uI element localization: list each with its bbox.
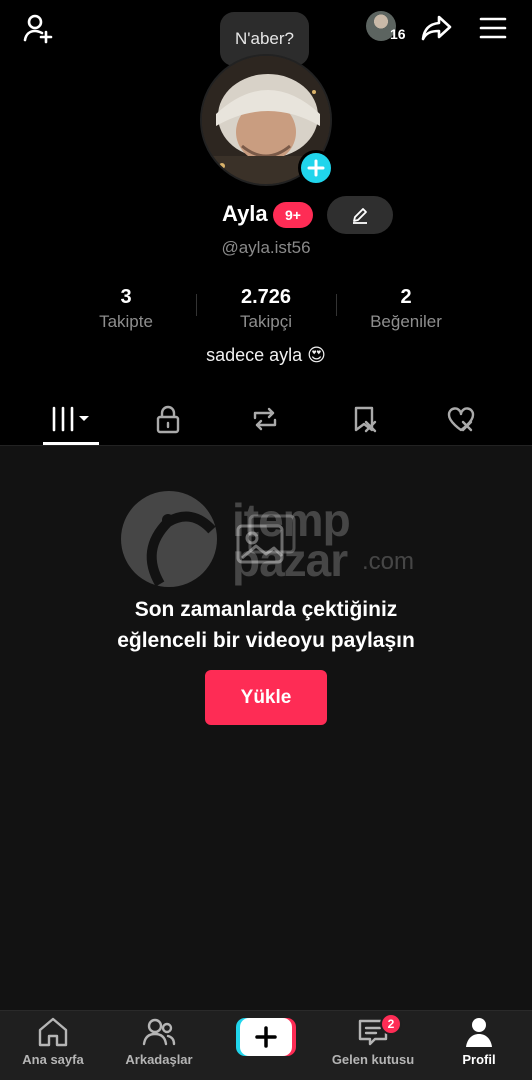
status-bubble-text: N'aber?: [234, 29, 294, 48]
profile-bio: sadece ayla 😍: [206, 345, 326, 365]
liked-icon: [447, 407, 475, 432]
notification-badge[interactable]: 9+: [273, 202, 313, 228]
watermark-logo: [120, 490, 218, 588]
tab-divider: [0, 445, 532, 446]
tab-private[interactable]: [123, 394, 213, 444]
profile-name: Ayla: [222, 201, 268, 226]
stat-followers-value: 2.726: [240, 286, 292, 308]
share-icon[interactable]: [417, 8, 457, 48]
home-icon: [38, 1017, 68, 1047]
watermark-suffix: .com: [362, 548, 415, 575]
stat-likes[interactable]: 2 Beğeniler: [336, 286, 476, 332]
repost-icon: [253, 407, 277, 431]
nav-inbox[interactable]: Gelen kutusu: [320, 1016, 426, 1074]
friends-icon: [142, 1018, 176, 1046]
nav-inbox-label: Gelen kutusu: [331, 1052, 415, 1067]
tab-videos[interactable]: [26, 394, 116, 444]
stat-followers-label: Takipçi: [240, 312, 292, 331]
nav-profile[interactable]: Profil: [426, 1016, 532, 1074]
upload-button[interactable]: Yükle: [205, 670, 327, 725]
empty-state-line2: eğlenceli bir videoyu paylaşın: [117, 629, 415, 652]
stat-likes-value: 2: [400, 286, 412, 308]
profile-icon: [466, 1018, 492, 1047]
tab-liked[interactable]: [416, 394, 506, 444]
add-friend-icon[interactable]: [18, 8, 58, 48]
nav-profile-label: Profil: [462, 1052, 496, 1067]
tab-reposts[interactable]: [220, 394, 310, 444]
profile-handle: @ayla.ist56: [221, 238, 311, 257]
add-avatar-button[interactable]: [298, 150, 334, 186]
nav-friends-label: Arkadaşlar: [125, 1052, 193, 1067]
empty-state-message: Son zamanlarda çektiğiniz eğlenceli bir …: [0, 594, 532, 656]
stat-likes-label: Beğeniler: [370, 312, 442, 331]
grid-icon: [52, 406, 89, 432]
stat-following[interactable]: 3 Takipte: [56, 286, 196, 332]
stat-followers[interactable]: 2.726 Takipçi: [196, 286, 336, 332]
stat-following-label: Takipte: [99, 312, 153, 331]
menu-icon[interactable]: [473, 8, 513, 48]
tab-saved[interactable]: [320, 394, 410, 444]
create-button[interactable]: [236, 1018, 296, 1056]
nav-home-label: Ana sayfa: [22, 1052, 84, 1067]
inbox-badge: 2: [380, 1013, 402, 1035]
create-icon: [236, 1018, 296, 1056]
bookmark-icon: [354, 406, 377, 433]
friends-count: 16: [390, 26, 406, 42]
empty-state-line1: Son zamanlarda çektiğiniz: [134, 598, 398, 621]
stat-following-value: 3: [120, 286, 132, 308]
photo-video-icon: [234, 512, 298, 576]
nav-home[interactable]: Ana sayfa: [0, 1016, 106, 1074]
lock-icon: [156, 405, 180, 434]
edit-profile-button[interactable]: [327, 196, 393, 234]
nav-friends[interactable]: Arkadaşlar: [106, 1016, 212, 1074]
